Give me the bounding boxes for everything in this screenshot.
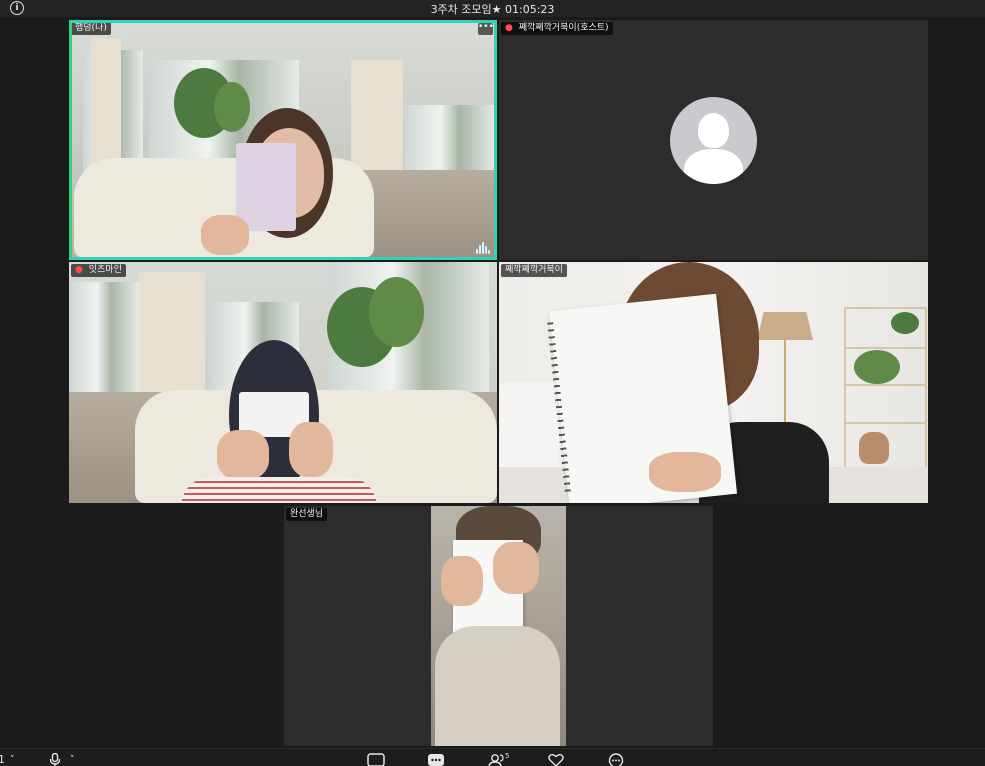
bottom-toolbar: 1 ˅ ˅ 5: [0, 748, 985, 766]
share-screen-button[interactable]: [367, 753, 385, 766]
shelf: [844, 307, 846, 467]
person-hand: [289, 422, 333, 477]
participant-name-tag: 완선생님: [286, 508, 328, 521]
shelf: [844, 307, 927, 309]
chat-button[interactable]: [427, 753, 445, 766]
participant-name: 잇츠마인: [88, 265, 122, 275]
shelf: [844, 384, 927, 386]
mic-muted-icon: ●: [505, 23, 513, 33]
person-shirt: [181, 477, 377, 503]
audio-level-icon: [476, 242, 490, 254]
participant-name: 쪠깍쪠깍거북이(호스트): [518, 23, 609, 33]
video-tile-me[interactable]: 햄덩(나) •••: [69, 20, 497, 260]
participant-name-tag: ● 쪠깍쪠깍거북이(호스트): [501, 22, 613, 35]
shelf: [844, 422, 927, 424]
video-tile-participant[interactable]: ● 잇츠마인: [69, 262, 497, 503]
heart-icon: [548, 754, 564, 766]
participant-name-tag: 쪠깍쪠깍거북이: [501, 264, 567, 277]
default-avatar-icon: [670, 97, 757, 184]
video-tile-participant[interactable]: 쪠깍쪠깍거북이: [499, 262, 928, 503]
top-bar: i 3주차 조모임★ 01:05:23: [0, 0, 985, 17]
plant: [214, 82, 250, 132]
video-tile-host[interactable]: ● 쪠깍쪠깍거북이(호스트): [499, 20, 928, 260]
shelf: [844, 347, 927, 349]
participant-video: [431, 506, 566, 746]
more-options-button[interactable]: •••: [478, 23, 494, 35]
person-shirt: [435, 626, 560, 746]
participants-button[interactable]: [488, 753, 506, 766]
held-card: [236, 143, 296, 231]
participant-name: 완선생님: [290, 509, 324, 519]
microphone-icon: [49, 753, 61, 766]
person-hand: [217, 430, 269, 480]
plant: [854, 350, 900, 384]
chat-icon: [428, 754, 444, 766]
microphone-button[interactable]: [49, 753, 61, 766]
plant: [369, 277, 424, 347]
vase: [859, 432, 889, 464]
pillar: [139, 272, 205, 402]
video-call-window: i 3주차 조모임★ 01:05:23 햄덩(나) ••• ● 쪠깍쪠깍거북이(…: [0, 0, 985, 766]
camera-button[interactable]: 1: [0, 753, 5, 766]
microphone-options-chevron-icon[interactable]: ˅: [70, 753, 75, 766]
window-background: [69, 282, 139, 392]
person-hand: [441, 556, 483, 606]
mic-muted-icon: ●: [75, 265, 83, 275]
participant-name: 쪠깍쪠깍거북이: [505, 265, 563, 275]
meeting-title: 3주차 조모임★ 01:05:23: [430, 3, 555, 16]
person-hand: [493, 542, 539, 594]
camera-label: 1: [0, 753, 5, 766]
more-options-icon: [608, 753, 624, 766]
participant-name-tag: ● 잇츠마인: [71, 264, 126, 277]
camera-options-chevron-icon[interactable]: ˅: [10, 753, 15, 766]
more-button[interactable]: [608, 753, 624, 766]
participant-name: 햄덩(나): [75, 23, 107, 33]
participants-count-badge: 5: [505, 752, 510, 760]
participant-name-tag: 햄덩(나): [71, 22, 111, 35]
window-background: [404, 105, 496, 175]
video-tile-participant[interactable]: 완선생님: [284, 506, 713, 746]
participants-icon: [488, 754, 504, 766]
reactions-button[interactable]: [548, 753, 564, 766]
lamp: [757, 312, 813, 340]
plant: [891, 312, 919, 334]
share-screen-icon: [367, 753, 385, 766]
person-hand: [649, 452, 721, 492]
shelf: [925, 307, 927, 467]
person-hand: [201, 215, 249, 255]
